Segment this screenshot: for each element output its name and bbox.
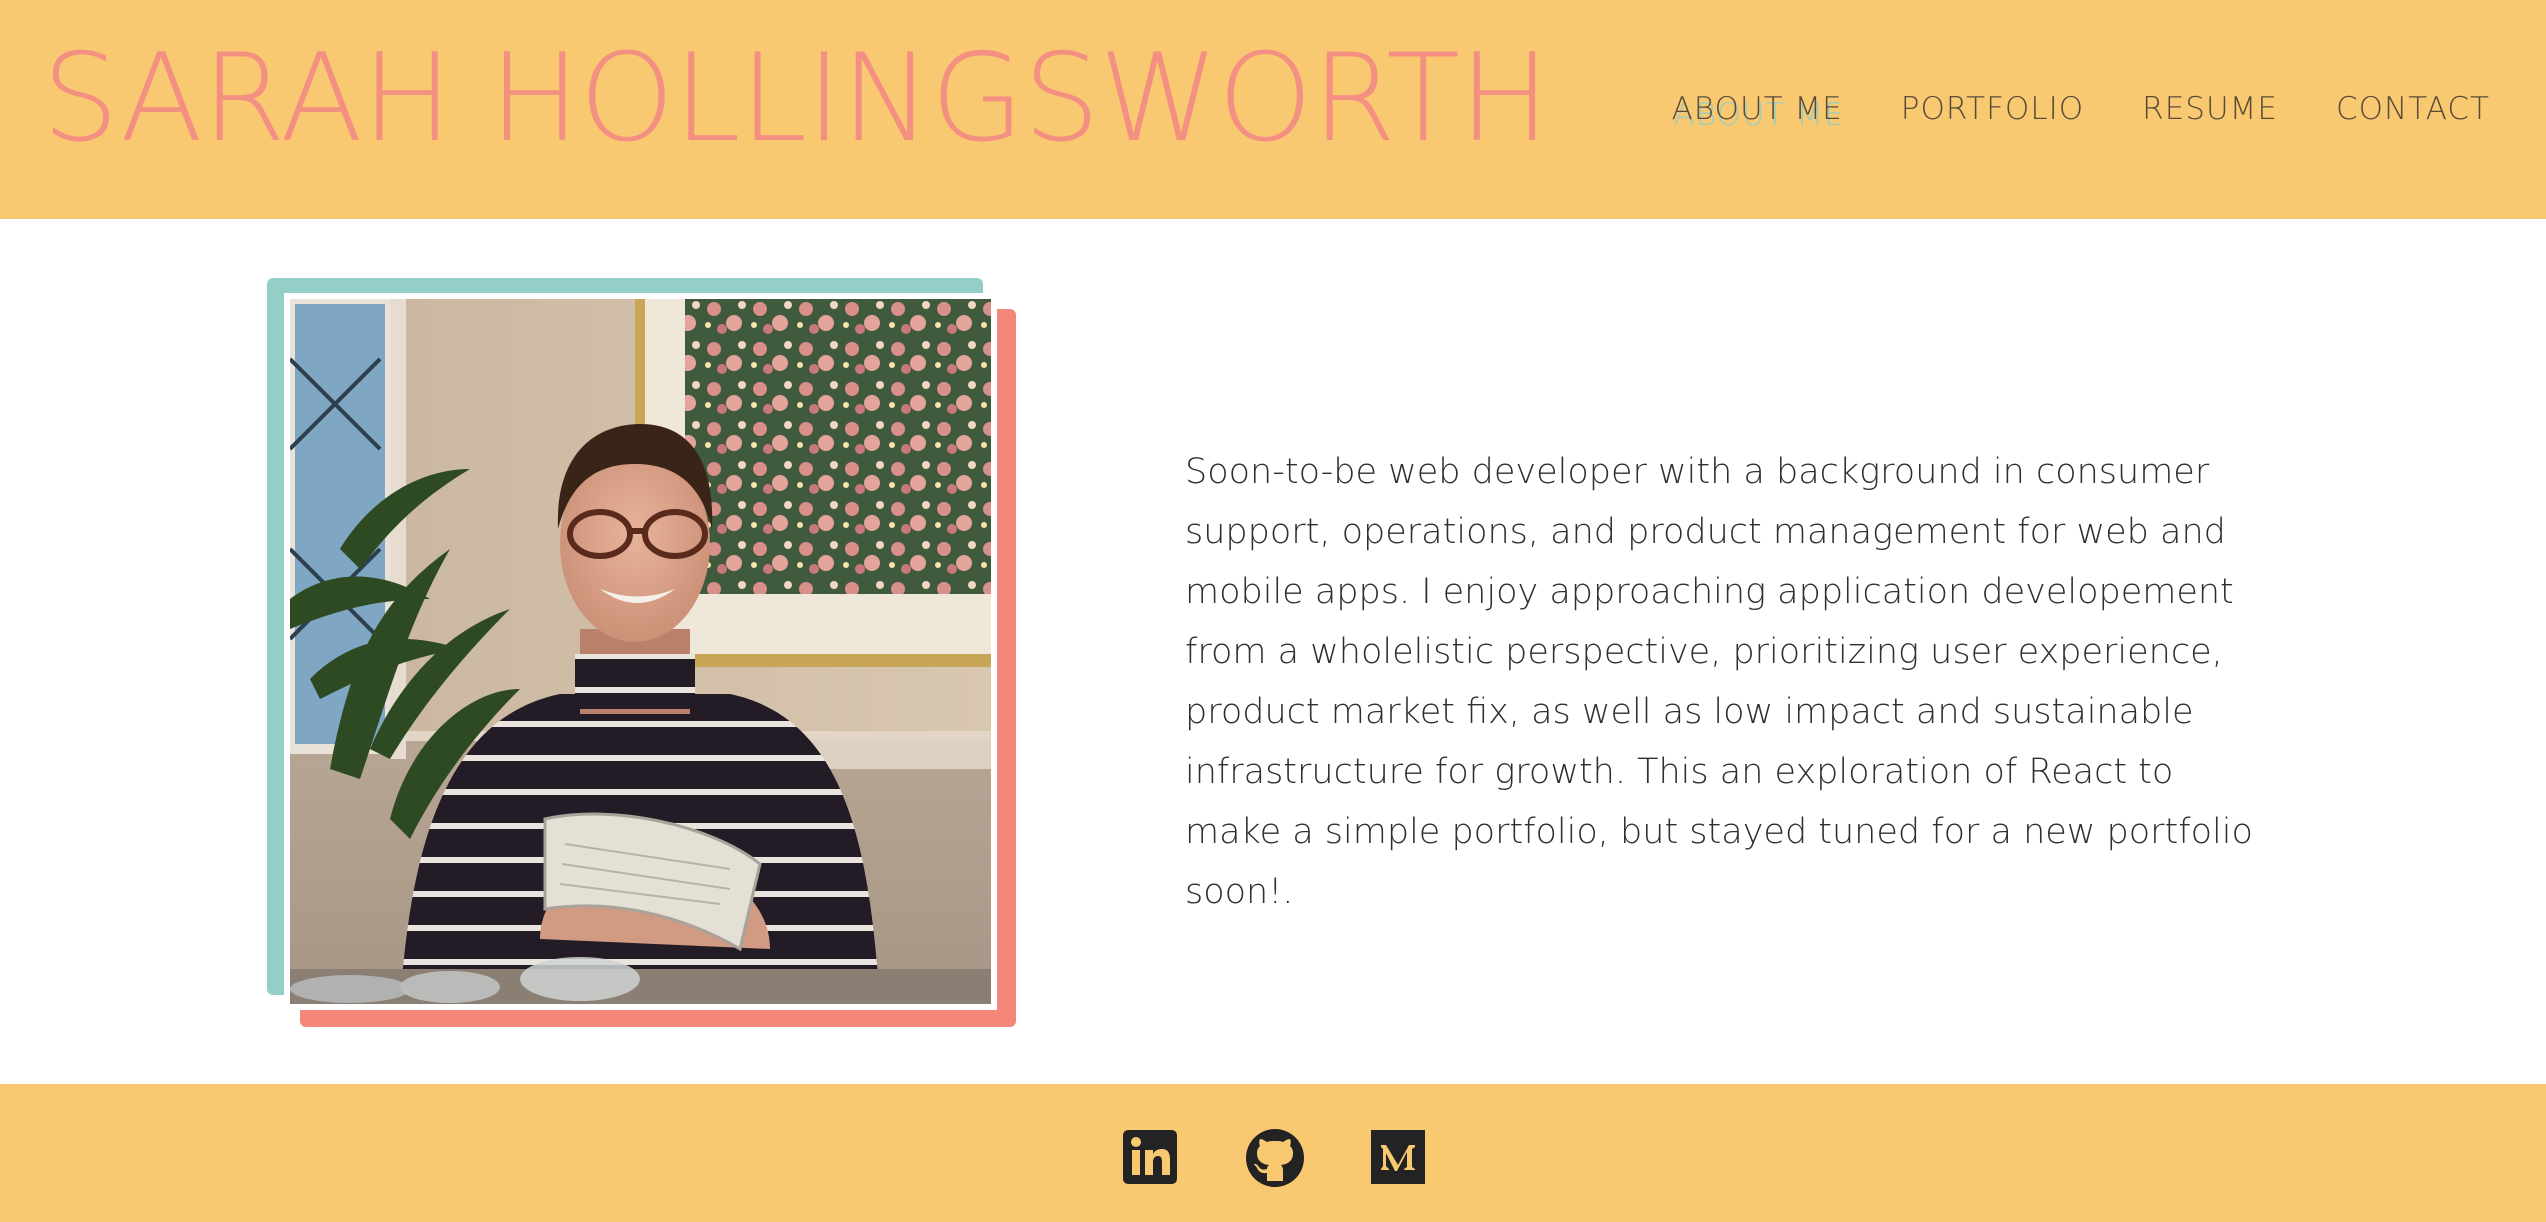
medium-link[interactable] bbox=[1371, 1130, 1425, 1184]
site-footer bbox=[0, 1084, 2546, 1222]
nav-resume[interactable]: RESUME bbox=[2142, 91, 2278, 128]
nav-about-me[interactable]: ABOUT ME ABOUT ME bbox=[1671, 91, 1844, 133]
bio-text: Soon-to-be web developer with a backgrou… bbox=[1185, 452, 2253, 912]
linkedin-link[interactable] bbox=[1123, 1130, 1177, 1184]
nav-contact-label: CONTACT bbox=[2335, 91, 2490, 127]
site-header: SARAH HOLLINGSWORTH ABOUT ME ABOUT ME PO… bbox=[0, 0, 2546, 219]
nav-resume-label: RESUME bbox=[2142, 91, 2278, 127]
profile-photo bbox=[284, 293, 997, 1010]
github-icon bbox=[1246, 1129, 1304, 1187]
site-title: SARAH HOLLINGSWORTH bbox=[42, 28, 1550, 169]
nav-about-me-label: ABOUT ME bbox=[1671, 91, 1843, 127]
nav-portfolio-label: PORTFOLIO bbox=[1900, 91, 2085, 127]
linkedin-icon bbox=[1123, 1130, 1177, 1184]
github-link[interactable] bbox=[1246, 1129, 1304, 1187]
main-nav: ABOUT ME ABOUT ME PORTFOLIO RESUME CONTA… bbox=[1614, 91, 2490, 133]
medium-icon bbox=[1371, 1130, 1425, 1184]
nav-portfolio[interactable]: PORTFOLIO bbox=[1901, 91, 2084, 128]
profile-photo-image bbox=[290, 299, 991, 1004]
nav-contact[interactable]: CONTACT bbox=[2336, 91, 2490, 128]
